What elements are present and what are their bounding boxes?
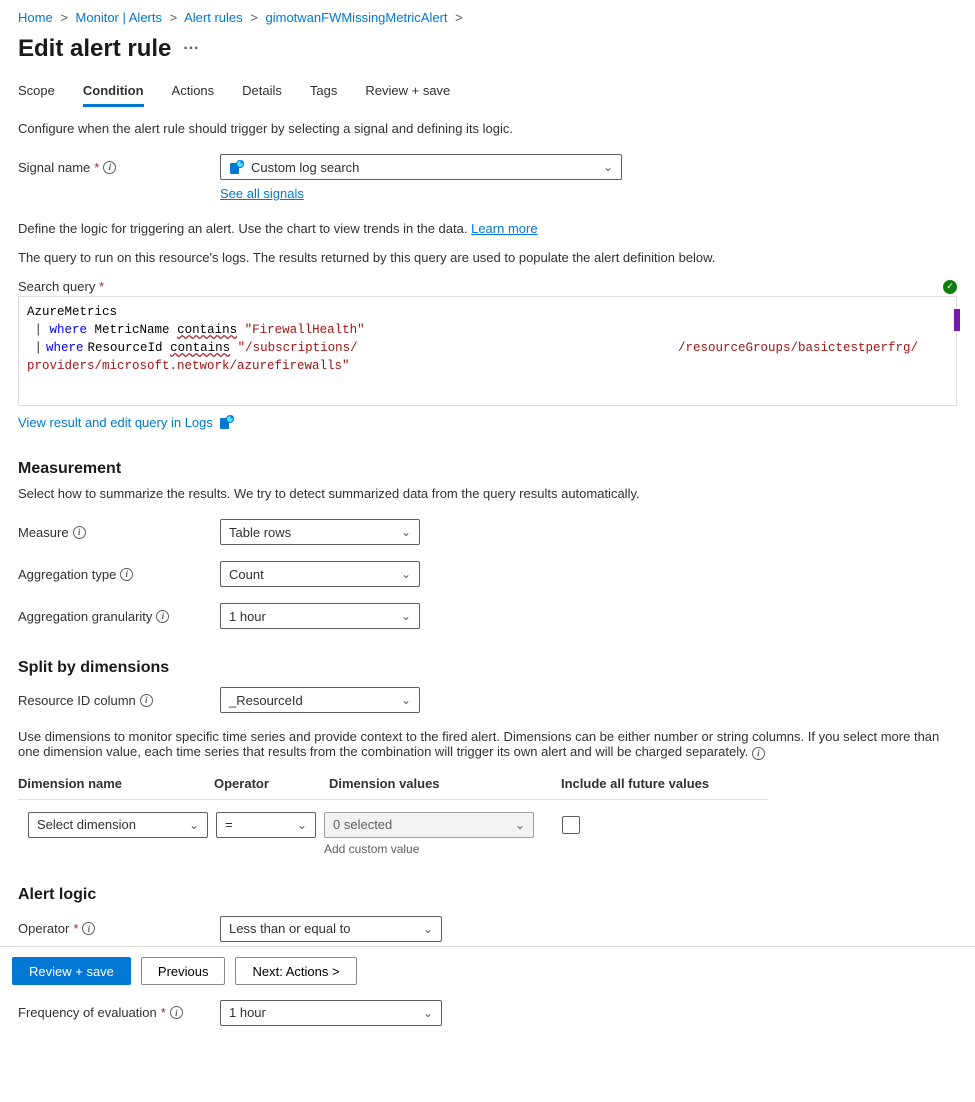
split-desc: Use dimensions to monitor specific time …	[18, 729, 957, 760]
frequency-select[interactable]: 1 hour ⌄	[220, 1000, 442, 1026]
intro-text: Configure when the alert rule should tri…	[18, 121, 957, 136]
breadcrumb-alert-rules[interactable]: Alert rules	[184, 10, 243, 25]
review-save-button[interactable]: Review + save	[12, 957, 131, 985]
info-icon[interactable]: i	[103, 161, 116, 174]
aggregation-type-select[interactable]: Count ⌄	[220, 561, 420, 587]
logs-icon	[219, 414, 235, 430]
breadcrumb: Home > Monitor | Alerts > Alert rules > …	[18, 10, 957, 25]
dimension-values-select[interactable]: 0 selected ⌄	[324, 812, 534, 838]
info-icon[interactable]: i	[82, 922, 95, 935]
alert-logic-heading: Alert logic	[18, 886, 957, 904]
frequency-label: Frequency of evaluation* i	[18, 1005, 220, 1020]
tab-tags[interactable]: Tags	[310, 77, 337, 107]
aggregation-type-label: Aggregation type i	[18, 567, 220, 582]
signal-name-select[interactable]: Custom log search ⌄	[220, 154, 622, 180]
more-actions-icon[interactable]: ···	[183, 40, 199, 58]
col-operator: Operator	[214, 776, 329, 791]
learn-more-link[interactable]: Learn more	[471, 221, 537, 236]
chevron-down-icon: ⌄	[189, 818, 199, 832]
dimensions-table: Dimension name Operator Dimension values…	[18, 768, 768, 856]
add-custom-value-link[interactable]: Add custom value	[324, 842, 534, 856]
dimension-name-select[interactable]: Select dimension ⌄	[28, 812, 208, 838]
resource-id-column-label: Resource ID column i	[18, 693, 220, 708]
chevron-down-icon: ⌄	[423, 1006, 433, 1020]
chevron-down-icon: ⌄	[423, 922, 433, 936]
operator-label: Operator* i	[18, 921, 220, 936]
tab-review-save[interactable]: Review + save	[365, 77, 450, 107]
tab-details[interactable]: Details	[242, 77, 282, 107]
info-icon[interactable]: i	[752, 747, 765, 760]
chevron-down-icon: ⌄	[297, 818, 307, 832]
next-button[interactable]: Next: Actions >	[235, 957, 356, 985]
col-include-future: Include all future values	[561, 776, 768, 791]
footer-actions: Review + save Previous Next: Actions >	[0, 946, 975, 995]
view-in-logs-link[interactable]: View result and edit query in Logs	[18, 415, 213, 430]
previous-button[interactable]: Previous	[141, 957, 226, 985]
dimension-operator-select[interactable]: = ⌄	[216, 812, 316, 838]
measurement-heading: Measurement	[18, 460, 957, 478]
chevron-down-icon: ⌄	[401, 525, 411, 539]
measure-select[interactable]: Table rows ⌄	[220, 519, 420, 545]
editor-caret	[954, 309, 960, 331]
info-icon[interactable]: i	[156, 610, 169, 623]
operator-select[interactable]: Less than or equal to ⌄	[220, 916, 442, 942]
page-title: Edit alert rule	[18, 35, 171, 63]
search-query-label: Search query *	[18, 279, 104, 294]
breadcrumb-monitor[interactable]: Monitor | Alerts	[76, 10, 162, 25]
chevron-down-icon: ⌄	[515, 818, 525, 832]
tab-bar: Scope Condition Actions Details Tags Rev…	[18, 77, 957, 107]
info-icon[interactable]: i	[120, 568, 133, 581]
resource-id-column-select[interactable]: _ResourceId ⌄	[220, 687, 420, 713]
chevron-down-icon: ⌄	[401, 693, 411, 707]
col-dimension-values: Dimension values	[329, 776, 561, 791]
include-future-checkbox[interactable]	[562, 816, 580, 834]
tab-actions[interactable]: Actions	[172, 77, 215, 107]
log-search-icon	[229, 159, 245, 175]
chevron-down-icon: ⌄	[603, 160, 613, 174]
breadcrumb-home[interactable]: Home	[18, 10, 53, 25]
info-icon[interactable]: i	[170, 1006, 183, 1019]
dimension-row: Select dimension ⌄ = ⌄ 0 selected ⌄ Add …	[18, 800, 768, 856]
breadcrumb-rule-name[interactable]: gimotwanFWMissingMetricAlert	[266, 10, 448, 25]
check-icon: ✓	[943, 280, 957, 294]
logic-text: Define the logic for triggering an alert…	[18, 221, 957, 236]
signal-name-label: Signal name* i	[18, 160, 220, 175]
info-icon[interactable]: i	[73, 526, 86, 539]
search-query-editor[interactable]: AzureMetrics | where MetricName contains…	[18, 296, 957, 406]
aggregation-granularity-select[interactable]: 1 hour ⌄	[220, 603, 420, 629]
see-all-signals-link[interactable]: See all signals	[220, 186, 304, 201]
tab-condition[interactable]: Condition	[83, 77, 144, 107]
tab-scope[interactable]: Scope	[18, 77, 55, 107]
info-icon[interactable]: i	[140, 694, 153, 707]
chevron-down-icon: ⌄	[401, 609, 411, 623]
col-dimension-name: Dimension name	[18, 776, 214, 791]
split-heading: Split by dimensions	[18, 659, 957, 677]
chevron-down-icon: ⌄	[401, 567, 411, 581]
measure-label: Measure i	[18, 525, 220, 540]
aggregation-granularity-label: Aggregation granularity i	[18, 609, 220, 624]
measurement-desc: Select how to summarize the results. We …	[18, 486, 957, 501]
query-intro: The query to run on this resource's logs…	[18, 250, 957, 265]
